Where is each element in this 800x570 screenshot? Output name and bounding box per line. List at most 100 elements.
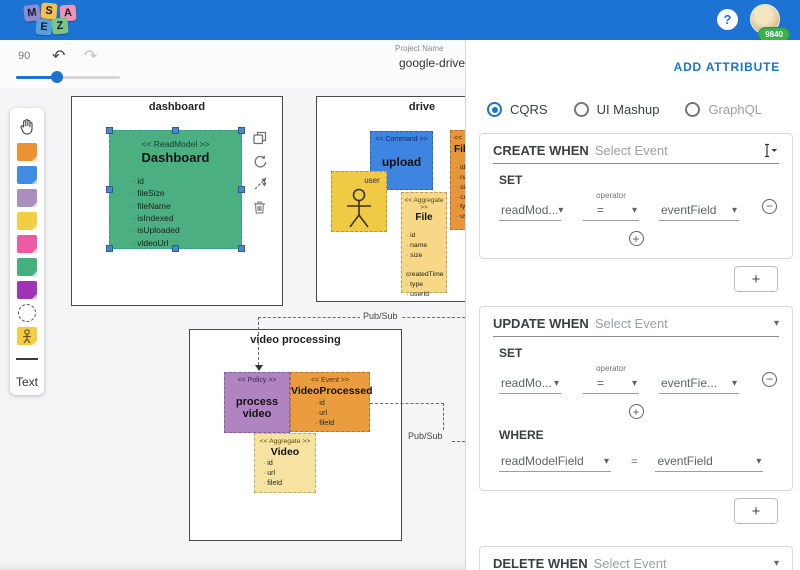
operator-select[interactable]: = ▾ (583, 374, 639, 394)
add-mapping-icon[interactable]: + (628, 404, 644, 419)
text-cursor-icon (761, 143, 779, 158)
attribute-item: name (406, 241, 446, 251)
attribute-item: isUploaded (132, 224, 241, 236)
sticker-palette: Text (10, 108, 44, 395)
remove-mapping-icon[interactable]: − (762, 371, 777, 387)
readmodel-sticky-dashboard[interactable]: << ReadModel >> Dashboard idfileSizefile… (106, 127, 245, 252)
attribute-list: idfileSizefileNameisIndexedisUploadedvid… (110, 175, 241, 249)
attribute-item: createdTime (456, 193, 465, 203)
add-update-rule-button[interactable]: + (734, 498, 778, 524)
aggregate-sticky-file[interactable]: << Aggregate >> File idnamesizecreatedTi… (401, 192, 447, 298)
sticky-swatch-blue[interactable] (17, 166, 37, 184)
sticky-swatch-lavender[interactable] (17, 189, 37, 207)
event-field-select[interactable]: eventField ▾ (659, 201, 739, 221)
pubsub-connection-line[interactable] (443, 403, 444, 430)
attribute-item: userId (406, 290, 446, 300)
sticky-swatch-yellow[interactable] (17, 212, 37, 230)
chevron-down-icon: ▾ (631, 204, 637, 216)
event-sticky-clipped[interactable]: << File idnamesizecreatedTimetypeuserId (450, 130, 465, 230)
attribute-item: fileName (132, 200, 241, 212)
logo-tile-z: Z (51, 17, 69, 35)
resize-handle-sw[interactable] (106, 245, 113, 252)
sticky-name: Dashboard (141, 150, 210, 165)
event-sticky-videoprocessed[interactable]: << Event >> VideoProcessed idurlfileId (290, 372, 373, 432)
update-when-event-select[interactable]: UPDATE WHEN Select Event ▾ (493, 316, 779, 337)
aggregate-sticky-video[interactable]: << Aggregate >> Video idurlfileId (254, 433, 316, 493)
attribute-list: idnamesizecreatedTimetypeuserId (454, 163, 465, 222)
sticky-swatch-orange[interactable] (17, 143, 37, 161)
resize-handle-se[interactable] (238, 245, 245, 252)
select-event-placeholder: Select Event (593, 556, 667, 570)
resize-handle-e[interactable] (238, 185, 245, 193)
sticky-swatch-purple[interactable] (17, 281, 37, 299)
chevron-down-icon: ▾ (756, 455, 762, 467)
project-name-label: Project Name (395, 44, 444, 53)
resize-handle-n[interactable] (171, 127, 179, 134)
attribute-item: userId (456, 212, 465, 222)
readmodel-field-select[interactable]: readMo... ▾ (499, 374, 561, 394)
context-title: video processing (250, 334, 341, 346)
help-icon[interactable]: ? (717, 9, 738, 30)
sticky-swatch-pink[interactable] (17, 235, 37, 253)
attribute-list: idurlfileId (291, 399, 369, 429)
stick-figure-icon (347, 188, 371, 228)
event-field-select[interactable]: eventFie... ▾ (659, 374, 739, 394)
radio-graphql[interactable]: GraphQL (685, 102, 762, 117)
pubsub-connection-line[interactable] (370, 403, 444, 404)
attribute-item: videoUrl (132, 237, 241, 249)
zoom-slider-thumb[interactable] (51, 71, 63, 83)
stereotype-label: << Aggregate >> (404, 197, 444, 211)
rotate-icon[interactable] (252, 153, 268, 169)
undo-icon[interactable]: ↶ (52, 46, 65, 66)
add-attribute-button[interactable]: ADD ATTRIBUTE (674, 60, 780, 74)
radio-label: GraphQL (708, 102, 762, 117)
operator-select[interactable]: = ▾ (583, 201, 639, 221)
policy-sticky-process-video[interactable]: << Policy >> process video (224, 372, 290, 433)
connect-arrow-icon[interactable] (252, 176, 268, 192)
delete-icon[interactable] (252, 199, 267, 215)
actor-name: user (364, 176, 380, 185)
radio-ui-mashup[interactable]: UI Mashup (573, 102, 659, 117)
duplicate-icon[interactable] (252, 130, 268, 146)
chevron-down-icon: ▾ (773, 318, 779, 329)
msaez-logo[interactable]: M S A E Z (23, 2, 88, 38)
project-name-input[interactable]: google-drive (393, 53, 465, 70)
set-label: SET (499, 346, 523, 360)
sticky-swatch-green[interactable] (17, 258, 37, 276)
resize-handle-nw[interactable] (106, 127, 113, 134)
actor-sticky-tool[interactable] (17, 327, 37, 345)
mode-radio-group: CQRS UI Mashup GraphQL (487, 102, 793, 117)
where-readmodel-field-select[interactable]: readModelField ▾ (499, 452, 611, 472)
user-avatar[interactable]: 9840 (750, 4, 790, 42)
add-mapping-icon[interactable]: + (628, 231, 644, 246)
delete-when-event-select[interactable]: DELETE WHEN Select Event ▾ (493, 556, 779, 570)
radio-cqrs[interactable]: CQRS (487, 102, 548, 117)
attribute-item: id (315, 399, 369, 409)
attribute-list: idnamesizecreatedTimetypeuserId (402, 231, 446, 300)
lasso-circle-tool[interactable] (18, 304, 36, 322)
chevron-down-icon: ▾ (558, 204, 564, 216)
resize-handle-ne[interactable] (238, 127, 245, 134)
canvas-controls: 90 ↶ ↷ Project Name google-drive (0, 40, 465, 88)
model-canvas[interactable]: Text dashboard << ReadModel >> Dashboard… (0, 88, 465, 570)
create-when-event-select[interactable]: CREATE WHEN Select Event (493, 143, 779, 164)
pubsub-connection-line[interactable] (258, 317, 259, 365)
radio-icon (487, 102, 502, 117)
sticky-name: process video (235, 396, 279, 420)
where-event-field-select[interactable]: eventField ▾ (655, 452, 764, 472)
resize-handle-w[interactable] (106, 185, 113, 193)
project-name-field[interactable]: Project Name google-drive (393, 44, 465, 70)
sticky-name: File (415, 212, 433, 223)
line-tool[interactable] (16, 358, 38, 360)
redo-icon[interactable]: ↷ (84, 46, 97, 66)
remove-mapping-icon[interactable]: − (762, 198, 777, 214)
resize-handle-s[interactable] (171, 245, 179, 252)
zoom-slider[interactable] (16, 71, 120, 83)
create-when-label: CREATE WHEN (493, 143, 589, 158)
text-tool[interactable]: Text (16, 375, 38, 389)
readmodel-field-select[interactable]: readMod... ▾ (499, 201, 564, 221)
pan-hand-icon[interactable] (16, 116, 38, 138)
attribute-item: isIndexed (132, 212, 241, 224)
add-create-rule-button[interactable]: + (734, 266, 778, 292)
actor-sticky-user[interactable]: user (331, 171, 387, 232)
